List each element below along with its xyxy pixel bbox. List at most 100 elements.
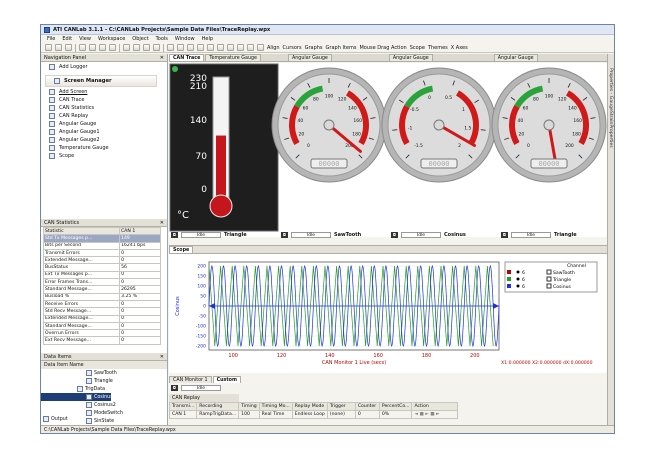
menu-tools[interactable]: Tools [156, 36, 168, 42]
nav-can-replay[interactable]: CAN Replay [41, 112, 167, 120]
table-row[interactable]: Extended Message... 0 [42, 314, 161, 323]
table-row[interactable]: Standard Message... 26295 [42, 285, 161, 294]
data-item[interactable]: Cosinus2 [41, 401, 167, 409]
table-row[interactable]: Standard Message... 0 [42, 321, 161, 331]
cursor-icon[interactable] [167, 44, 174, 51]
stop-icon[interactable] [133, 44, 140, 51]
output-tab[interactable]: Output [43, 415, 68, 423]
table-row[interactable]: Error Frames Trans... 0 [42, 278, 161, 287]
nav-add-screen[interactable]: Add Screen [41, 87, 167, 96]
grid-icon[interactable] [207, 44, 214, 51]
column-header[interactable]: Trigger [326, 402, 356, 411]
table-row[interactable]: Ext Tx Messages p... 0 [42, 270, 161, 280]
tab-scope[interactable]: Scope [169, 246, 194, 253]
table-row[interactable]: BusStatus 56 [42, 263, 161, 272]
paste-icon[interactable] [99, 44, 106, 51]
table-row[interactable]: Bits per Second 16241 bps [42, 241, 161, 250]
table-row[interactable]: Busload % 3.25 % [42, 292, 161, 301]
delete-icon[interactable] [109, 44, 116, 51]
save-icon[interactable] [65, 44, 72, 51]
menu-view[interactable]: View [79, 36, 91, 42]
check-icon[interactable] [237, 44, 244, 51]
table-row[interactable]: Receive Errors 0 [42, 299, 161, 309]
nav-angular-gauge1[interactable]: Angular Gauge1 [41, 128, 167, 136]
add-logger-item[interactable]: Add Logger [41, 62, 167, 71]
tab-angular-gauge-2[interactable]: Angular Gauge [388, 54, 433, 61]
pan-icon[interactable] [187, 44, 194, 51]
nav-angular-gauge2[interactable]: Angular Gauge2 [41, 136, 167, 144]
graph-icon[interactable] [197, 44, 204, 51]
pin-icon[interactable]: ◘ [171, 385, 178, 391]
action-buttons[interactable]: ◄ ■ ► ■ ► [411, 410, 459, 419]
play-icon[interactable] [123, 44, 130, 51]
close-icon[interactable]: ✕ [160, 55, 164, 61]
search-icon[interactable] [257, 44, 264, 51]
menu-file[interactable]: File [47, 36, 55, 42]
new-icon[interactable] [45, 44, 52, 51]
graph-items-menu[interactable]: Graph Items [326, 45, 357, 51]
nav-angular-gauge[interactable]: Angular Gauge [41, 120, 167, 128]
themes-menu[interactable]: Themes [428, 45, 448, 51]
record-icon[interactable] [143, 44, 150, 51]
column-header[interactable]: Action [411, 402, 459, 411]
column-header[interactable]: Counter [354, 402, 380, 411]
pin-icon[interactable]: ◘ [501, 232, 508, 238]
tab-temperature-gauge[interactable]: Temperature Gauge [205, 54, 261, 61]
fit-icon[interactable] [227, 44, 234, 51]
cursors-menu[interactable]: Cursors [283, 45, 302, 51]
pin-icon[interactable]: ◘ [391, 232, 398, 238]
open-icon[interactable] [55, 44, 62, 51]
menu-edit[interactable]: Edit [62, 36, 72, 42]
screen-manager-section[interactable]: Screen Manager [45, 75, 157, 87]
column-header[interactable]: Timing [238, 402, 260, 411]
column-header[interactable]: Transmi... [168, 402, 198, 411]
menu-workspace[interactable]: Workspace [98, 36, 125, 42]
graphs-menu[interactable]: Graphs [305, 45, 323, 51]
table-row[interactable]: CAN 1 RampTrigData... 100 Real Time Endless … [168, 410, 459, 419]
tab-can-trace[interactable]: CAN Trace [169, 54, 205, 61]
data-item[interactable]: SawTooth [41, 369, 167, 377]
column-header[interactable]: Recording [196, 402, 240, 411]
measure-icon[interactable] [217, 44, 224, 51]
table-row[interactable]: Transmit Errors 0 [42, 248, 161, 258]
data-item[interactable]: TrigData [41, 385, 167, 393]
table-row[interactable]: Std Tx Messages p... 149 [42, 234, 161, 243]
tab-can-monitor[interactable]: CAN Monitor 1 [169, 376, 212, 383]
copy-icon[interactable] [89, 44, 96, 51]
close-icon[interactable] [247, 44, 254, 51]
tab-custom[interactable]: Custom [212, 376, 241, 383]
close-icon[interactable]: ✕ [160, 220, 164, 226]
nav-temperature-gauge[interactable]: Temperature Gauge [41, 144, 167, 152]
tab-angular-gauge[interactable]: Angular Gauge [287, 54, 332, 61]
menu-window[interactable]: Window [175, 36, 195, 42]
mouse-drag-menu[interactable]: Mouse Drag Action [359, 45, 406, 51]
column-header[interactable]: CAN 1 [119, 226, 161, 236]
scope-menu[interactable]: Scope [410, 45, 425, 51]
properties-sidebar[interactable]: Properties - GaugeStrainProperties [607, 54, 614, 425]
align-menu[interactable]: Align [267, 45, 280, 51]
column-header[interactable]: Replay Mode [291, 402, 328, 411]
nav-can-trace[interactable]: CAN Trace [41, 96, 167, 104]
data-item[interactable]: Triangle [41, 377, 167, 385]
scope-chart[interactable]: 200 150 100 50 0 -50 -100 -150 -200 100 120 140 160 1… [169, 254, 607, 374]
nav-scope[interactable]: Scope [41, 152, 167, 160]
menu-help[interactable]: Help [202, 36, 213, 42]
close-icon[interactable]: ✕ [160, 354, 164, 360]
column-header[interactable]: Timing Mo... [258, 402, 293, 411]
x-axes-menu[interactable]: X Axes [451, 45, 468, 51]
pin-icon[interactable]: ◘ [281, 232, 288, 238]
column-header[interactable]: PercentCo... [378, 402, 413, 411]
tab-angular-gauge-3[interactable]: Angular Gauge [493, 54, 538, 61]
table-row[interactable]: Ext Recv Message... 0 [42, 336, 161, 345]
data-item-selected[interactable]: Cosinus [41, 393, 113, 401]
cut-icon[interactable] [79, 44, 86, 51]
pin-icon[interactable]: ◘ [171, 232, 178, 238]
table-row[interactable]: Extended Message... 0 [42, 256, 161, 265]
table-row[interactable]: Overrun Errors 0 [42, 329, 161, 338]
nav-can-statistics[interactable]: CAN Statistics [41, 104, 167, 112]
pause-icon[interactable] [153, 44, 160, 51]
menu-object[interactable]: Object [132, 36, 148, 42]
column-header[interactable]: Statistic [42, 226, 121, 236]
data-column-header[interactable]: Data Item Name [41, 361, 167, 369]
table-row[interactable]: Std Recv Message... 0 [42, 307, 161, 316]
